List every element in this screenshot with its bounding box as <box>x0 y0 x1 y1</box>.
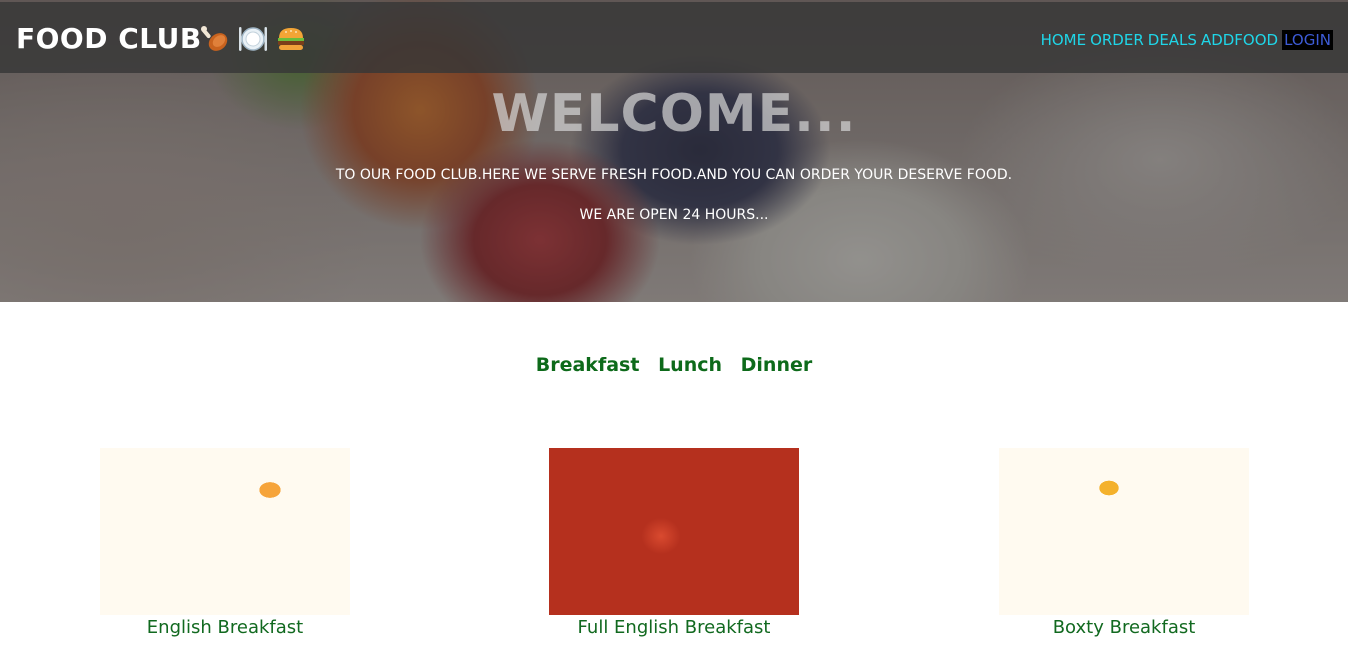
plate-cutlery-icon <box>237 23 269 55</box>
nav-addfood-link[interactable]: ADDFOOD <box>1201 30 1278 50</box>
brand-icons <box>199 22 307 56</box>
brand-logo-text[interactable]: FOOD CLUB <box>16 22 202 56</box>
food-card-title: English Breakfast <box>146 617 304 638</box>
boxty-breakfast-image[interactable] <box>999 448 1249 615</box>
navbar: FOOD CLUB HOME ORDER DEALS ADDFOOD LOGIN <box>0 2 1348 73</box>
food-card-boxty-breakfast[interactable]: Boxty Breakfast <box>999 448 1249 638</box>
meal-tabs: Breakfast Lunch Dinner <box>0 354 1348 376</box>
food-card-title: Full English Breakfast <box>577 617 771 638</box>
nav-deals-link[interactable]: DEALS <box>1148 30 1197 50</box>
full-english-breakfast-image[interactable] <box>549 448 799 615</box>
poultry-leg-icon <box>199 23 231 55</box>
nav-links: HOME ORDER DEALS ADDFOOD LOGIN <box>1041 30 1333 50</box>
english-breakfast-image[interactable] <box>100 448 350 615</box>
food-card-english-breakfast[interactable]: English Breakfast <box>100 448 350 638</box>
nav-login-link[interactable]: LOGIN <box>1282 30 1333 50</box>
hero-banner: FOOD CLUB HOME ORDER DEALS ADDFOOD LOGIN… <box>0 0 1348 302</box>
tab-lunch[interactable]: Lunch <box>658 354 722 376</box>
tab-breakfast[interactable]: Breakfast <box>536 354 640 376</box>
nav-home-link[interactable]: HOME <box>1041 30 1087 50</box>
tab-dinner[interactable]: Dinner <box>741 354 813 376</box>
food-card-full-english-breakfast[interactable]: Full English Breakfast <box>549 448 799 638</box>
hero-hours: WE ARE OPEN 24 HOURS... <box>579 207 769 223</box>
hero-title: WELCOME... <box>491 84 857 144</box>
hero-description: TO OUR FOOD CLUB.HERE WE SERVE FRESH FOO… <box>335 167 1013 183</box>
food-card-title: Boxty Breakfast <box>1052 617 1196 638</box>
nav-order-link[interactable]: ORDER <box>1090 30 1144 50</box>
burger-icon <box>275 23 307 55</box>
